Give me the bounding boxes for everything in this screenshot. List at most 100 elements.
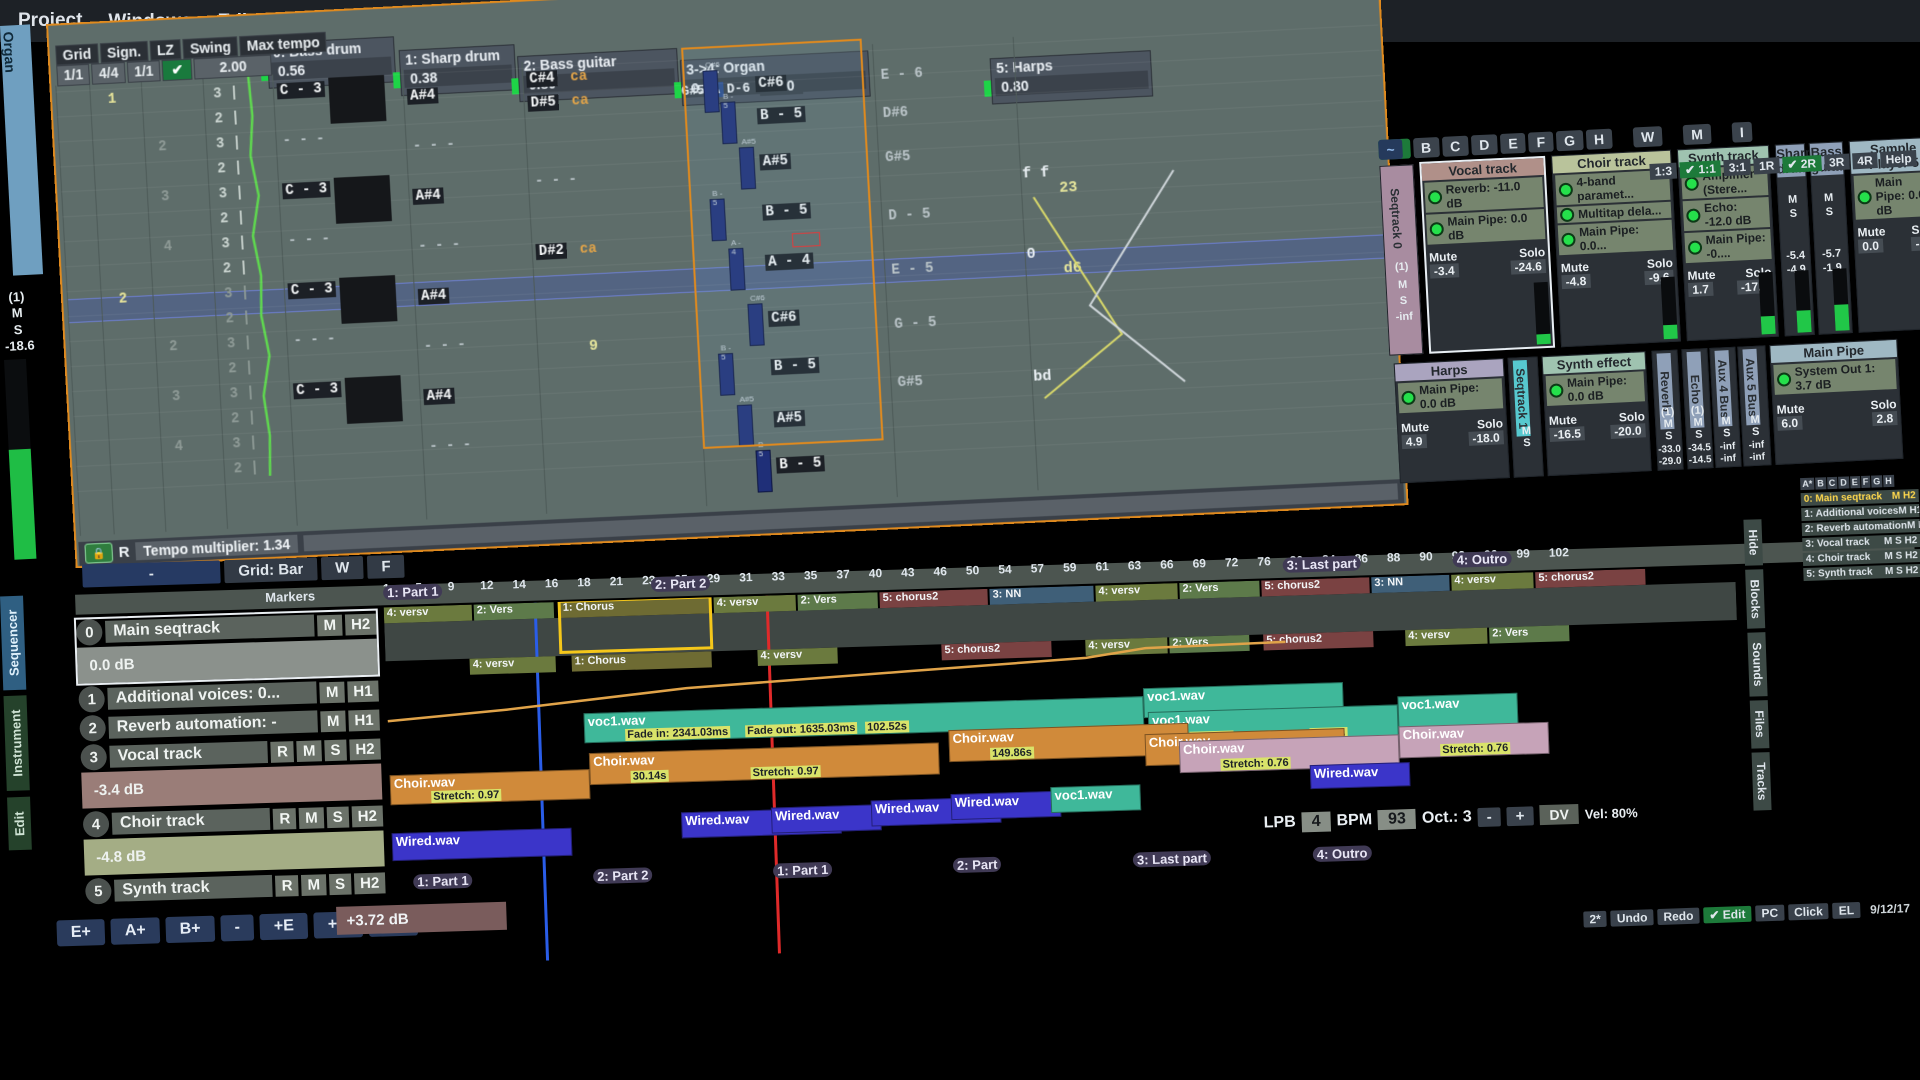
- pattern-selection[interactable]: [558, 595, 714, 654]
- pattern-block[interactable]: 4: versv: [757, 648, 838, 666]
- track-button-m[interactable]: M: [301, 874, 326, 896]
- right-list-tab-G[interactable]: G: [1871, 475, 1882, 487]
- note-cell-organ2[interactable]: E - 6: [877, 66, 926, 85]
- pattern-block[interactable]: 3: NN: [1371, 575, 1450, 593]
- note-cell-organ2[interactable]: D#6: [879, 105, 911, 123]
- mixer-mute-value[interactable]: 6.0: [1777, 416, 1802, 431]
- right-list-tab-D[interactable]: D: [1838, 476, 1849, 488]
- note-cell-organ2[interactable]: G - 5: [891, 315, 940, 333]
- pattern-block[interactable]: 4: versv: [1405, 628, 1488, 646]
- dv-button[interactable]: DV: [1539, 804, 1579, 825]
- mixer-fx-slot[interactable]: Main Pipe: -0....: [1684, 229, 1771, 263]
- sequencer-left-tabs[interactable]: SequencerInstrumentEdit: [0, 595, 35, 856]
- track-fader[interactable]: 0.0 dB: [77, 639, 378, 684]
- note-cell-sharpdrum[interactable]: A#4: [423, 388, 455, 406]
- mode-tab-sequencer[interactable]: Sequencer: [0, 595, 26, 690]
- editor-toolbar-value-grid[interactable]: 1/1: [56, 64, 90, 87]
- seq-grid-button[interactable]: Grid: Bar: [224, 557, 318, 583]
- mixer-strip-harps[interactable]: HarpsMain Pipe: 0.0 dBMuteSolo4.9-18.0: [1394, 358, 1510, 483]
- note-cell-organ2[interactable]: E - 5: [888, 260, 937, 278]
- track-button-h2[interactable]: H2: [345, 613, 377, 635]
- left-mute[interactable]: M: [3, 305, 32, 323]
- marker-label[interactable]: 4: Outro: [1452, 551, 1511, 568]
- mixer-fx-slot[interactable]: Main Pipe: 0.0 dB: [1398, 378, 1503, 413]
- mixer-tab-C[interactable]: C: [1442, 136, 1469, 157]
- mixer-solo-value[interactable]: -20.0: [1610, 423, 1646, 439]
- bottom-part-label[interactable]: 3: Last part: [1133, 850, 1212, 867]
- pattern-block[interactable]: 2: Vers: [797, 592, 878, 610]
- right-list-tab-H[interactable]: H: [1883, 475, 1894, 487]
- sequencer-track-0[interactable]: 0Main seqtrackMH20.0 dB: [76, 611, 378, 684]
- mixer-solo-value[interactable]: 2.8: [1872, 411, 1897, 426]
- track-button-s[interactable]: S: [329, 873, 352, 895]
- pattern-block[interactable]: 5: chorus2: [941, 641, 1052, 660]
- mixer-fx-slot[interactable]: System Out 1: 3.7 dB: [1773, 359, 1896, 395]
- fx-led-icon[interactable]: [1559, 183, 1574, 198]
- marker-label[interactable]: 3: Last part: [1282, 555, 1361, 572]
- mixer-mute-value[interactable]: -16.5: [1549, 426, 1585, 442]
- mixer-tab-D[interactable]: D: [1471, 134, 1498, 155]
- fx-led-icon[interactable]: [1428, 190, 1443, 205]
- pattern-block[interactable]: 5: chorus2: [1263, 631, 1374, 650]
- track-button-m[interactable]: M: [297, 740, 322, 762]
- right-list-tab-B[interactable]: B: [1815, 477, 1826, 489]
- bassguitar-value[interactable]: 9: [589, 337, 599, 354]
- mixer-tab-[interactable]: ~: [1378, 139, 1403, 160]
- track-name[interactable]: Vocal track: [109, 741, 268, 768]
- audio-clip[interactable]: Choir.wav30.14sStretch: 0.97: [589, 742, 940, 785]
- zoom-button-2R[interactable]: ✔ 2R: [1782, 155, 1822, 173]
- fx-led-icon[interactable]: [1857, 190, 1872, 205]
- note-cell-organ2[interactable]: G#5: [894, 374, 926, 392]
- seq-button-bx[interactable]: B+: [165, 916, 215, 943]
- mixer-mute-label[interactable]: M: [1778, 194, 1807, 207]
- note-cell-sharpdrum[interactable]: - - -: [426, 437, 475, 455]
- panel-tab-tracks[interactable]: Tracks: [1752, 752, 1772, 811]
- note-command-bassguitar[interactable]: ca: [570, 69, 588, 86]
- marker-label[interactable]: 2: Part 2: [651, 575, 711, 592]
- editor-toolbar-value-swing[interactable]: ✔: [162, 59, 193, 82]
- lpb-value[interactable]: 4: [1301, 812, 1331, 833]
- pattern-block[interactable]: 4: versv: [714, 595, 797, 613]
- note-cell-sharpdrum[interactable]: A#4: [407, 87, 439, 105]
- panel-tab-blocks[interactable]: Blocks: [1745, 569, 1765, 629]
- mixer-strip-aux-4-bus[interactable]: Aux 4 BusMS-inf-inf: [1709, 347, 1741, 468]
- mixer-solo-label[interactable]: S: [1813, 206, 1846, 219]
- mode-tab-instrument[interactable]: Instrument: [4, 696, 30, 792]
- sequencer-track-5[interactable]: 5Synth trackRMSH2: [85, 869, 386, 904]
- note-cell-organ[interactable]: B - 5: [776, 455, 825, 473]
- left-solo[interactable]: S: [4, 321, 33, 339]
- track-button-h1[interactable]: H1: [348, 709, 380, 731]
- note-cell-bassguitar[interactable]: - - -: [532, 172, 581, 190]
- note-cell-sharpdrum[interactable]: - - -: [420, 337, 469, 355]
- zoom-button-13[interactable]: 1:3: [1649, 163, 1677, 180]
- master-fader[interactable]: +3.72 dB: [336, 902, 507, 935]
- note-cell-bassguitar[interactable]: D#5: [527, 94, 559, 112]
- zoom-button-11[interactable]: ✔ 1:1: [1679, 160, 1721, 178]
- fx-led-icon[interactable]: [1429, 222, 1444, 237]
- zoom-button-Help[interactable]: Help: [1880, 150, 1917, 168]
- track-button-r[interactable]: R: [273, 808, 297, 830]
- sequencer-right-tabs[interactable]: HideBlocksSoundsFilesTracks: [1743, 519, 1773, 814]
- track-index[interactable]: 2: [79, 715, 106, 742]
- pattern-block[interactable]: 4: versv: [1095, 583, 1178, 601]
- track-index[interactable]: 3: [80, 744, 107, 771]
- sequencer-clips-area[interactable]: 4: versv2: Vers1: Chorus4: versv2: Vers5…: [384, 566, 1748, 965]
- panel-tab-files[interactable]: Files: [1750, 700, 1770, 748]
- track-index[interactable]: 4: [83, 811, 110, 838]
- mixer-solo-value[interactable]: -24.6: [1510, 259, 1546, 275]
- note-cell-sharpdrum[interactable]: - - -: [415, 237, 464, 255]
- mixer-mute-value[interactable]: 1.7: [1688, 282, 1713, 297]
- track-fader[interactable]: -3.4 dB: [81, 763, 382, 808]
- mixer-strip-aux-5-bus[interactable]: Aux 5 BusMS-inf-inf: [1737, 345, 1771, 466]
- pattern-block[interactable]: 5: chorus2: [1535, 569, 1646, 588]
- right-list-row[interactable]: 3: Vocal trackM S H2: [1802, 534, 1920, 551]
- note-cell-bassdrum[interactable]: - - -: [279, 131, 328, 149]
- zoom-button-3R[interactable]: 3R: [1823, 154, 1849, 171]
- right-list-row[interactable]: 5: Synth trackM S H2: [1803, 564, 1920, 581]
- note-cell-sharpdrum[interactable]: A#4: [418, 287, 450, 305]
- mixer-tab-M[interactable]: M: [1683, 124, 1712, 145]
- sequencer-track-4[interactable]: 4Choir trackRMSH2-4.8 dB: [83, 802, 385, 875]
- seq-button-x[interactable]: -: [220, 914, 254, 941]
- mixer-tab-I[interactable]: I: [1731, 122, 1752, 143]
- right-list-track-buttons[interactable]: M S H2: [1885, 565, 1919, 577]
